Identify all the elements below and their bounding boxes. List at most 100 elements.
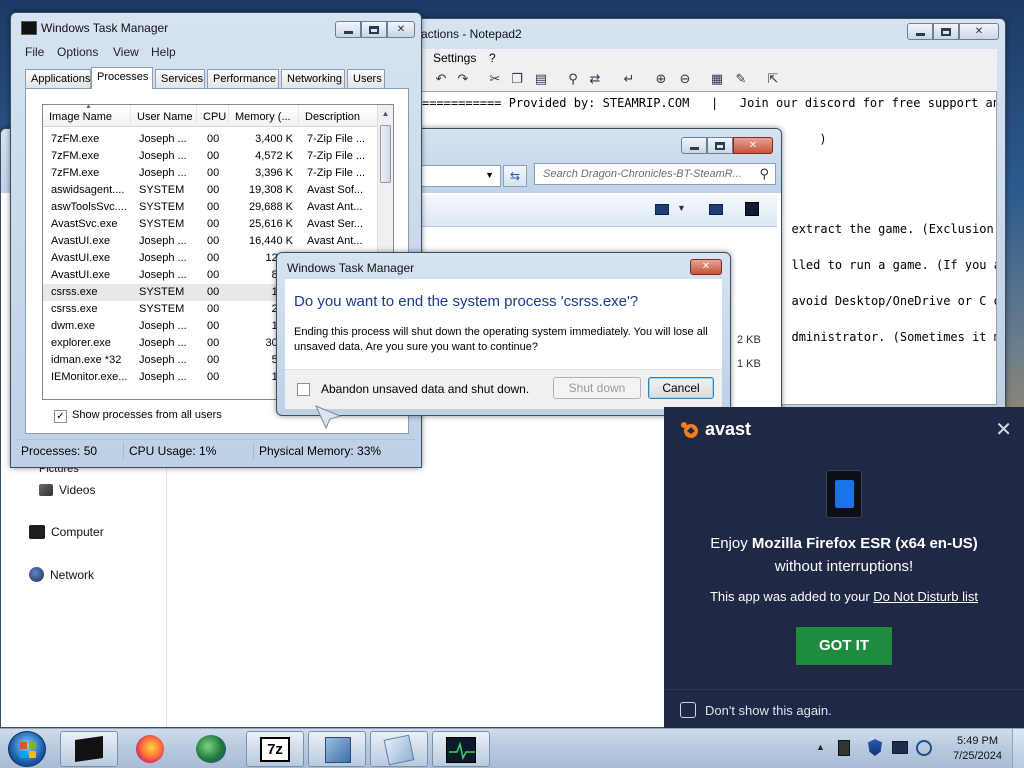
dialog-content: Do you want to end the system process 'c…: [285, 279, 722, 369]
menu-help[interactable]: ?: [489, 51, 496, 65]
cell-image-name: AvastUI.exe: [51, 252, 111, 264]
menu-file[interactable]: File: [25, 45, 44, 59]
menu-help[interactable]: Help: [151, 45, 176, 59]
zoom-out-icon[interactable]: ⊖: [677, 71, 693, 87]
taskbar-firefox[interactable]: [122, 731, 180, 767]
notepad2-close-button[interactable]: ✕: [959, 23, 999, 40]
taskbar-installer[interactable]: [308, 731, 366, 767]
task-manager-titlebar[interactable]: Windows Task Manager ✕: [11, 13, 421, 41]
notepad2-maximize-button[interactable]: [933, 23, 959, 40]
undo-icon[interactable]: ↶: [433, 71, 449, 87]
cell-image-name: dwm.exe: [51, 320, 96, 332]
run-icon[interactable]: ⇱: [765, 71, 781, 87]
avast-logo-icon: [681, 421, 698, 438]
column-cpu[interactable]: CPU: [197, 105, 229, 127]
explorer-maximize-button[interactable]: [707, 137, 733, 154]
column-user-name[interactable]: User Name: [131, 105, 197, 127]
notepad2-titlebar[interactable]: actions - Notepad2 ✕: [381, 19, 1005, 47]
zoom-in-icon[interactable]: ⊕: [653, 71, 669, 87]
search-icon[interactable]: ⚲: [759, 166, 769, 182]
shield-icon[interactable]: [868, 739, 882, 756]
show-desktop-button[interactable]: [1012, 729, 1024, 768]
search-input[interactable]: Search Dragon-Chronicles-BT-SteamR... ⚲: [534, 163, 776, 185]
tab-networking[interactable]: Networking: [281, 69, 345, 88]
task-manager-close-button[interactable]: ✕: [387, 21, 415, 38]
start-button[interactable]: [8, 731, 46, 767]
dialog-title: Windows Task Manager: [287, 261, 415, 275]
cut-icon[interactable]: ✂: [487, 71, 503, 87]
dialog-body: Ending this process will shut down the o…: [294, 326, 708, 353]
chevron-down-icon[interactable]: ▼: [485, 170, 494, 180]
end-process-dialog[interactable]: Windows Task Manager ✕ Do you want to en…: [276, 252, 731, 416]
menu-settings[interactable]: Settings: [433, 51, 476, 65]
status-separator: [253, 442, 254, 460]
cell-user-name: Joseph ...: [139, 133, 187, 145]
nav-item-network[interactable]: Network: [29, 567, 94, 582]
table-row[interactable]: aswidsagent.... SYSTEM 00 19,308 K Avast Sof…: [43, 182, 379, 199]
table-row[interactable]: 7zFM.exe Joseph ... 00 3,400 K 7-Zip File ..…: [43, 131, 379, 148]
refresh-icon: ⇆: [509, 169, 521, 183]
explorer-close-button[interactable]: ✕: [733, 137, 773, 154]
show-all-users-checkbox[interactable]: ✓: [54, 410, 67, 423]
tab-performance[interactable]: Performance: [207, 69, 279, 88]
table-row[interactable]: AvastSvc.exe SYSTEM 00 25,616 K Avast Ser...: [43, 216, 379, 233]
table-row[interactable]: 7zFM.exe Joseph ... 00 3,396 K 7-Zip File ..…: [43, 165, 379, 182]
tab-services[interactable]: Services: [155, 69, 205, 88]
shut-down-button[interactable]: Shut down: [553, 377, 641, 399]
cell-image-name: explorer.exe: [51, 337, 111, 349]
avast-notification[interactable]: avast ✕ Enjoy Mozilla Firefox ESR (x64 e…: [664, 407, 1024, 728]
system-clock[interactable]: 5:49 PM 7/25/2024: [953, 734, 1002, 764]
taskbar-task-manager[interactable]: [60, 731, 118, 767]
address-bar[interactable]: ▼: [421, 165, 501, 187]
tab-applications[interactable]: Applications: [25, 69, 91, 88]
wordwrap-icon[interactable]: ↵: [621, 71, 637, 87]
dialog-close-button[interactable]: ✕: [690, 259, 722, 275]
do-not-disturb-link[interactable]: Do Not Disturb list: [873, 589, 978, 604]
taskbar-7zip[interactable]: 7z: [246, 731, 304, 767]
menu-options[interactable]: Options: [57, 45, 98, 59]
refresh-button[interactable]: ⇆: [503, 165, 527, 187]
cell-cpu: 00: [207, 320, 220, 332]
settings-icon[interactable]: ✎: [733, 71, 749, 87]
column-description[interactable]: Description: [299, 105, 379, 127]
view-options-icon[interactable]: [655, 204, 669, 215]
nav-item-computer[interactable]: Computer: [29, 525, 104, 539]
find-icon[interactable]: ⚲: [565, 71, 581, 87]
cell-user-name: Joseph ...: [139, 371, 187, 383]
table-row[interactable]: AvastUI.exe Joseph ... 00 16,440 K Avast Ant…: [43, 233, 379, 250]
abandon-data-checkbox[interactable]: [297, 383, 310, 396]
table-row[interactable]: aswToolsSvc.... SYSTEM 00 29,688 K Avast Ant…: [43, 199, 379, 216]
explorer-minimize-button[interactable]: [681, 137, 707, 154]
paste-icon[interactable]: ▤: [533, 71, 549, 87]
cell-user-name: SYSTEM: [139, 201, 185, 213]
tab-processes[interactable]: Processes: [91, 67, 153, 89]
scheme-icon[interactable]: ▦: [709, 71, 725, 87]
network-tray-icon[interactable]: [892, 741, 908, 754]
dont-show-again-checkbox[interactable]: [680, 702, 696, 718]
column-memory[interactable]: Memory (...: [229, 105, 299, 127]
taskbar-notepad2[interactable]: [370, 731, 428, 767]
redo-icon[interactable]: ↷: [455, 71, 471, 87]
nav-item-videos[interactable]: Videos: [39, 483, 95, 497]
sync-icon[interactable]: [916, 740, 932, 756]
avast-close-button[interactable]: ✕: [995, 417, 1012, 442]
task-manager-maximize-button[interactable]: [361, 21, 387, 38]
notepad2-minimize-button[interactable]: [907, 23, 933, 40]
cancel-button[interactable]: Cancel: [648, 377, 714, 399]
show-hidden-icons-icon[interactable]: ▲: [816, 742, 825, 752]
task-manager-minimize-button[interactable]: [335, 21, 361, 38]
got-it-button[interactable]: GOT IT: [796, 627, 892, 665]
taskbar-idm[interactable]: [184, 731, 242, 767]
help-icon[interactable]: [745, 202, 759, 216]
copy-icon[interactable]: ❐: [509, 71, 525, 87]
preview-pane-icon[interactable]: [709, 204, 723, 215]
scroll-up-icon[interactable]: ▲: [380, 109, 391, 118]
tray-device-icon[interactable]: [838, 740, 850, 756]
scroll-thumb[interactable]: [380, 125, 391, 183]
taskbar-performance-monitor[interactable]: [432, 731, 490, 767]
table-row[interactable]: 7zFM.exe Joseph ... 00 4,572 K 7-Zip File ..…: [43, 148, 379, 165]
chevron-down-icon[interactable]: ▼: [677, 203, 686, 213]
replace-icon[interactable]: ⇄: [587, 71, 603, 87]
menu-view[interactable]: View: [113, 45, 139, 59]
tab-users[interactable]: Users: [347, 69, 385, 88]
